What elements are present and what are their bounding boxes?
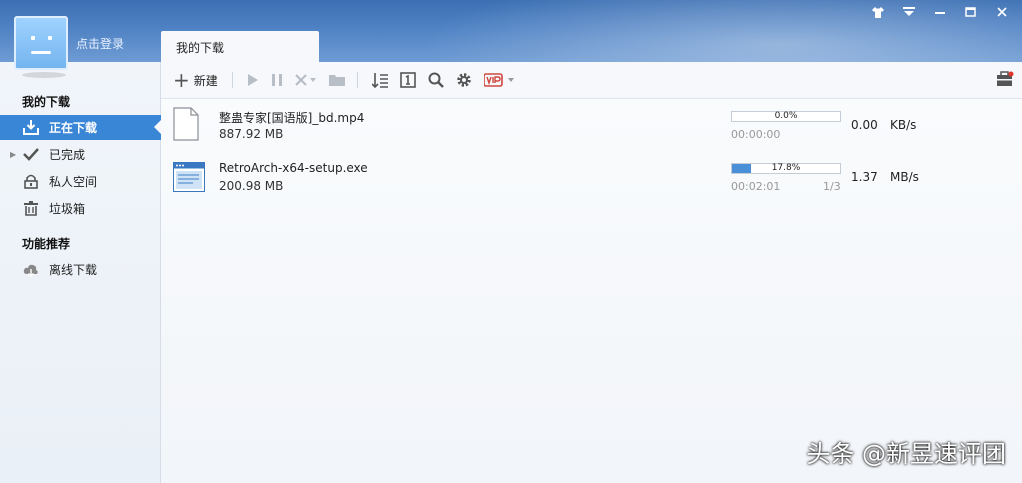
remaining-time: 00:00:00 bbox=[731, 128, 781, 141]
file-size: 887.92 MB bbox=[219, 127, 284, 141]
speed-unit: KB/s bbox=[890, 118, 917, 132]
progress-bar: 0.0% bbox=[731, 111, 841, 122]
sidebar: 我的下载 正在下载 ▶ 已完成 私人空间 垃圾箱 功能推荐 离线下载 bbox=[0, 62, 162, 483]
speed-unit: MB/s bbox=[890, 170, 919, 184]
delete-icon[interactable] bbox=[295, 69, 317, 91]
avatar[interactable] bbox=[14, 16, 68, 70]
file-icon bbox=[173, 107, 199, 144]
sidebar-item-label: 垃圾箱 bbox=[49, 202, 86, 216]
sidebar-item-label: 已完成 bbox=[49, 148, 86, 162]
download-speed: 1.37 bbox=[851, 170, 878, 184]
vip-icon[interactable] bbox=[483, 69, 516, 91]
toolbox-icon[interactable] bbox=[996, 71, 1014, 90]
file-size: 200.98 MB bbox=[219, 179, 284, 193]
skin-icon[interactable] bbox=[862, 4, 893, 20]
sidebar-item-label: 私人空间 bbox=[49, 175, 98, 189]
sidebar-item-private-space[interactable]: 私人空间 bbox=[0, 169, 161, 194]
file-name: RetroArch-x64-setup.exe bbox=[219, 161, 368, 175]
progress-bar: 17.8% bbox=[731, 163, 841, 174]
sidebar-item-label: 正在下载 bbox=[49, 121, 98, 135]
new-download-button[interactable]: + 新建 bbox=[173, 69, 218, 91]
sort-icon[interactable] bbox=[371, 69, 388, 91]
sidebar-item-label: 离线下载 bbox=[49, 263, 98, 277]
trash-icon bbox=[22, 201, 40, 217]
avatar-mouth bbox=[31, 51, 51, 54]
sidebar-section-title: 我的下载 bbox=[22, 95, 71, 109]
watermark: 头条 @新昱速评团 bbox=[806, 440, 1006, 468]
menu-icon[interactable] bbox=[893, 4, 924, 20]
maximize-icon[interactable] bbox=[955, 4, 986, 20]
app-window-icon bbox=[173, 162, 205, 195]
folder-icon[interactable] bbox=[328, 69, 345, 91]
avatar-eye bbox=[48, 36, 52, 40]
sidebar-item-trash[interactable]: 垃圾箱 bbox=[0, 196, 161, 221]
sidebar-item-completed[interactable]: 已完成 bbox=[0, 142, 161, 167]
plus-icon: + bbox=[173, 68, 190, 92]
download-row[interactable]: 整蛊专家[国语版]_bd.mp4 887.92 MB 0.0% 00:00:00… bbox=[161, 99, 1022, 151]
tab-my-downloads[interactable]: 我的下载 bbox=[161, 31, 319, 62]
toolbar-separator bbox=[231, 72, 233, 88]
sidebar-section-title: 功能推荐 bbox=[22, 237, 71, 251]
gear-icon[interactable] bbox=[456, 69, 472, 91]
new-button-label: 新建 bbox=[193, 73, 218, 88]
download-speed: 0.00 bbox=[851, 118, 878, 132]
file-name: 整蛊专家[国语版]_bd.mp4 bbox=[219, 111, 365, 125]
lock-icon bbox=[22, 174, 40, 190]
progress-percent: 17.8% bbox=[771, 163, 801, 173]
window-controls bbox=[862, 4, 1017, 20]
play-icon[interactable] bbox=[247, 69, 259, 91]
download-icon bbox=[22, 120, 40, 136]
remaining-time: 00:02:01 bbox=[731, 180, 781, 193]
download-row[interactable]: RetroArch-x64-setup.exe 200.98 MB 17.8% … bbox=[161, 151, 1022, 203]
cloud-download-icon bbox=[22, 262, 40, 278]
sidebar-item-offline-download[interactable]: 离线下载 bbox=[0, 257, 161, 282]
sidebar-item-downloading[interactable]: 正在下载 bbox=[0, 115, 162, 140]
download-list: 整蛊专家[国语版]_bd.mp4 887.92 MB 0.0% 00:00:00… bbox=[161, 99, 1022, 483]
avatar-shadow bbox=[22, 72, 66, 78]
close-icon[interactable] bbox=[986, 4, 1017, 20]
number-icon[interactable] bbox=[399, 69, 416, 91]
minimize-icon[interactable] bbox=[924, 4, 955, 20]
pause-icon[interactable] bbox=[271, 69, 283, 91]
avatar-eye bbox=[31, 36, 35, 40]
check-icon bbox=[22, 147, 40, 163]
search-icon[interactable] bbox=[428, 69, 444, 91]
toolbar-separator bbox=[356, 72, 358, 88]
progress-percent: 0.0% bbox=[774, 111, 798, 121]
login-link[interactable]: 点击登录 bbox=[76, 35, 124, 52]
connection-count: 1/3 bbox=[823, 180, 841, 193]
toolbar: + 新建 bbox=[161, 62, 1022, 99]
